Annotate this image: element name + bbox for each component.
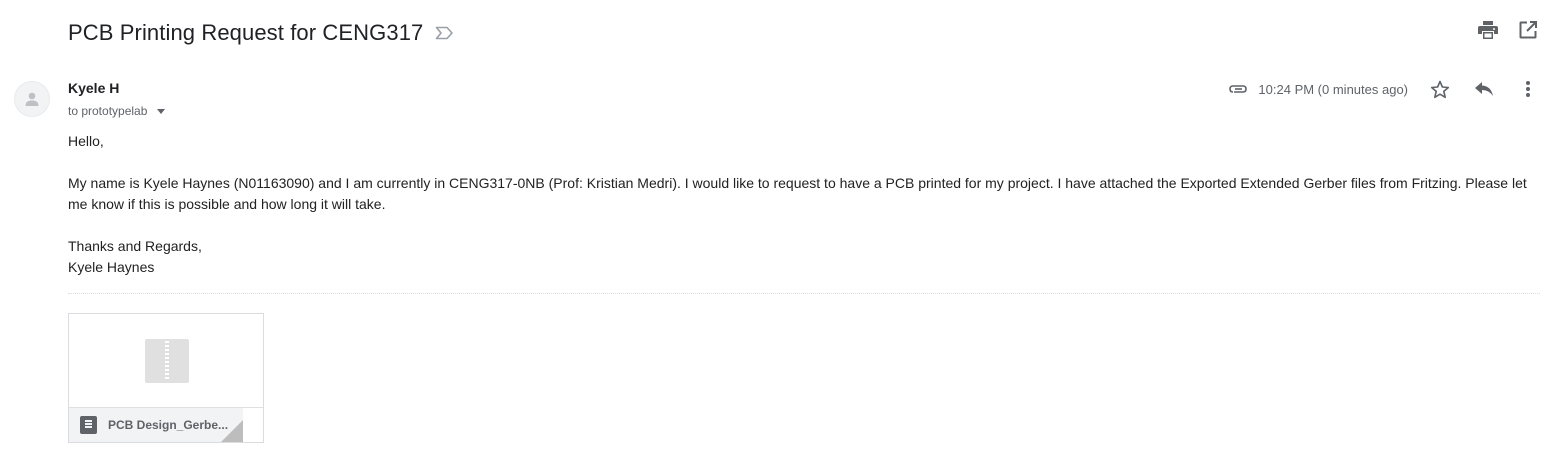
label-outline-icon[interactable] (435, 25, 455, 41)
attachment-corner-fold (221, 420, 243, 442)
recipient-label: to prototypelab (68, 104, 148, 118)
chevron-down-icon[interactable] (157, 109, 166, 114)
sender-avatar[interactable] (14, 81, 50, 117)
person-icon (25, 92, 39, 106)
document-icon (80, 416, 97, 434)
print-icon[interactable] (1478, 20, 1498, 40)
paperclip-icon (1228, 79, 1248, 99)
reply-icon[interactable] (1474, 79, 1494, 99)
attachment-corner-cover (243, 408, 263, 442)
sender-name[interactable]: Kyele H (68, 80, 119, 96)
body-closing: Thanks and Regards, (68, 238, 202, 254)
body-paragraph: My name is Kyele Haynes (N01163090) and … (68, 175, 1527, 212)
email-view: PCB Printing Request for CENG317 Kyele H… (0, 0, 1550, 458)
email-subject: PCB Printing Request for CENG317 (68, 20, 424, 45)
body-greeting: Hello, (68, 133, 104, 149)
message-time[interactable]: 10:24 PM (0 minutes ago) (1258, 82, 1408, 97)
zip-file-icon (145, 339, 189, 383)
star-outline-icon[interactable] (1430, 79, 1450, 99)
more-vert-icon[interactable] (1518, 79, 1538, 99)
thread-actions (1478, 20, 1538, 40)
open-in-new-icon[interactable] (1518, 20, 1538, 40)
attachment-card[interactable]: PCB Design_Gerbe... (68, 313, 264, 443)
attachments-divider (68, 293, 1540, 294)
subject-row: PCB Printing Request for CENG317 (68, 16, 455, 50)
message-meta: 10:24 PM (0 minutes ago) (1228, 78, 1550, 100)
message-body: Hello, My name is Kyele Haynes (N0116309… (68, 131, 1538, 278)
body-signature: Kyele Haynes (68, 259, 155, 275)
attachment-name: PCB Design_Gerbe... (108, 418, 229, 432)
recipient-details[interactable]: to prototypelab (68, 104, 166, 118)
